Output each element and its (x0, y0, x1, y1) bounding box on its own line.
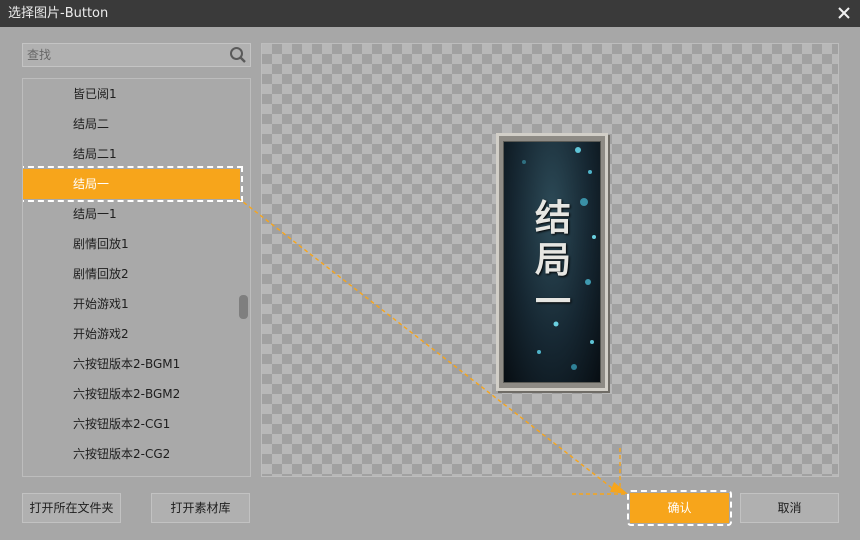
list-item-label: 六按钮版本2-CG1 (73, 417, 171, 431)
list-item-label: 六按钮版本2-BGM1 (73, 357, 181, 371)
title-bar: 选择图片-Button (0, 0, 860, 27)
list-item-label: 结局二 (73, 117, 110, 131)
list-item-label: 结局二1 (73, 147, 117, 161)
scrollbar-thumb[interactable] (239, 295, 248, 319)
list-item[interactable]: 剧情回放1 (23, 229, 250, 259)
close-icon[interactable] (834, 3, 854, 23)
list-item-label: 六按钮版本2-CG2 (73, 447, 171, 461)
list-item-label: 结局一 (73, 177, 110, 191)
list-item-label: 开始游戏2 (73, 327, 129, 341)
search-box (22, 43, 251, 67)
select-image-dialog: 皆已阅1 结局二结局二1 结局一结局一1 剧情回放1 剧情回放2 开始游戏1 开始游戏2 六按… (0, 27, 860, 540)
list-item[interactable]: 结局二 (23, 109, 250, 139)
list-item[interactable]: 六按钮版本2-CG2 (23, 439, 250, 469)
list-item[interactable]: 开始游戏2 (23, 319, 250, 349)
list-item-label: 剧情回放1 (73, 237, 129, 251)
list-item[interactable]: 结局一1 (23, 199, 250, 229)
open-library-button[interactable]: 打开素材库 (151, 493, 250, 523)
open-folder-button[interactable]: 打开所在文件夹 (22, 493, 121, 523)
preview-image-text: 结 局 一 (534, 197, 571, 323)
preview-button-image: 结 局 一 (496, 133, 608, 391)
list-item[interactable]: 剧情回放2 (23, 259, 250, 289)
search-input[interactable] (23, 44, 223, 66)
image-list: 皆已阅1 结局二结局二1 结局一结局一1 剧情回放1 剧情回放2 开始游戏1 开始游戏2 六按… (22, 78, 251, 477)
list-item[interactable]: 六按钮版本2-BGM1 (23, 349, 250, 379)
image-list-items: 皆已阅1 结局二结局二1 结局一结局一1 剧情回放1 剧情回放2 开始游戏1 开始游戏2 六按… (23, 79, 250, 469)
list-item[interactable]: 结局二1 (23, 139, 250, 169)
list-item-label: 六按钮版本2-BGM2 (73, 387, 181, 401)
list-item[interactable]: 六按钮版本2-BGM2 (23, 379, 250, 409)
list-item[interactable]: 结局一 (23, 166, 243, 202)
image-preview: 结 局 一 (261, 43, 839, 477)
list-item-label: 结局一1 (73, 207, 117, 221)
list-item-label: 皆已阅1 (73, 87, 117, 101)
list-item[interactable]: 六按钮版本2-CG1 (23, 409, 250, 439)
list-item[interactable]: 开始游戏1 (23, 289, 250, 319)
list-item-label: 剧情回放2 (73, 267, 129, 281)
confirm-button[interactable]: 确认 (627, 490, 732, 526)
list-scrollbar[interactable] (237, 79, 249, 476)
list-item-label: 开始游戏1 (73, 297, 129, 311)
window-title: 选择图片-Button (8, 6, 109, 21)
list-item[interactable]: 皆已阅1 (23, 79, 250, 109)
search-icon[interactable] (229, 46, 247, 64)
preview-image-panel: 结 局 一 (503, 141, 601, 383)
cancel-button[interactable]: 取消 (740, 493, 839, 523)
